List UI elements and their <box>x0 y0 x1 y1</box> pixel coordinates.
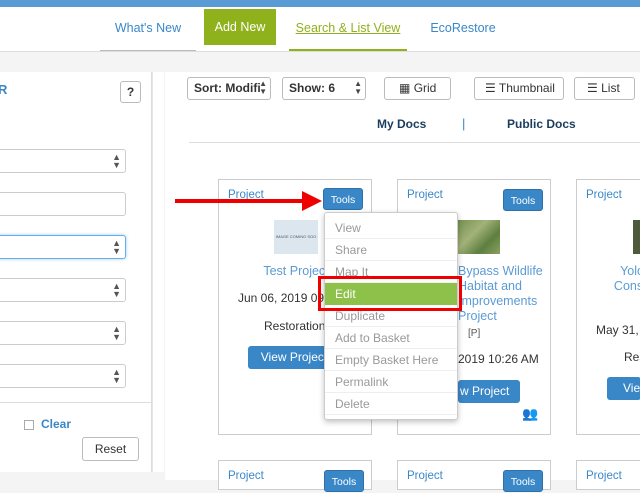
title-line: Yolo <box>620 264 640 278</box>
project-card-5: Project Tools <box>397 460 551 492</box>
select-arrows-icon: ▲ ▼ <box>354 79 362 96</box>
sidebar-scrollbar[interactable] <box>152 72 164 472</box>
view-project-button[interactable]: w Project <box>458 380 520 403</box>
tools-button[interactable]: Tools <box>503 470 543 492</box>
tools-button[interactable]: Tools <box>324 470 364 492</box>
project-category: Restoration <box>264 319 326 333</box>
project-title-link[interactable]: Yolo Conse <box>607 264 640 294</box>
list-icon: ☰ <box>587 81 598 95</box>
grid-icon: ▦ <box>399 81 411 95</box>
tools-dropdown-menu: View Share Map It Edit Duplicate Add to … <box>324 212 458 420</box>
project-date: 2019 10:26 AM <box>458 352 539 366</box>
project-title-link[interactable]: Bypass Wildlife Habitat and Improvements… <box>458 264 548 324</box>
project-thumbnail[interactable] <box>633 220 640 254</box>
select-arrows-icon: ▲ ▼ <box>112 324 121 342</box>
annotation-arrow-icon <box>302 191 322 211</box>
filter-select-5[interactable]: ▲ ▼ <box>0 364 126 388</box>
menu-item-add-to-basket[interactable]: Add to Basket <box>325 327 457 349</box>
tab-search-list-view[interactable]: Search & List View <box>289 17 407 51</box>
thumbnail-view-button[interactable]: ☰ Thumbnail <box>474 77 564 100</box>
clear-checkbox[interactable] <box>24 420 34 430</box>
view-project-button[interactable]: Vie <box>607 377 640 400</box>
tab-add-new[interactable]: Add New <box>204 9 276 45</box>
docs-separator: | <box>462 116 466 131</box>
title-line: Project <box>458 309 497 323</box>
select-arrows-icon: ▲ ▼ <box>112 238 121 256</box>
title-line: Habitat and <box>458 279 522 293</box>
select-arrows-icon: ▲ ▼ <box>112 281 121 299</box>
menu-item-view[interactable]: View <box>325 217 457 239</box>
filter-text-input[interactable] <box>0 192 126 216</box>
card-type-label: Project <box>586 470 622 482</box>
grid-label: Grid <box>413 81 437 95</box>
top-accent-bar <box>0 0 640 7</box>
sort-select[interactable]: Sort: Modifi ▲ ▼ <box>187 77 271 100</box>
select-arrows-icon: ▲ ▼ <box>259 79 267 96</box>
list-view-button[interactable]: ☰ List <box>574 77 635 100</box>
project-card-6: Project <box>576 460 640 490</box>
project-tag: [P] <box>468 328 481 339</box>
list-lines-icon: ☰ <box>485 81 496 95</box>
menu-item-permalink[interactable]: Permalink <box>325 371 457 393</box>
select-arrows-icon: ▲ ▼ <box>112 367 121 385</box>
title-line: Improvements <box>458 294 538 308</box>
show-select[interactable]: Show: 6 ▲ ▼ <box>282 77 366 100</box>
project-date: May 31, 2 <box>596 323 640 337</box>
card-type-label: Project <box>586 189 622 201</box>
annotation-arrow-shaft <box>175 199 303 203</box>
sort-label: Sort: Modifi <box>194 81 261 95</box>
filter-select-2[interactable]: ▲ ▼ <box>0 235 126 259</box>
project-thumbnail[interactable] <box>456 220 500 254</box>
sidebar-divider <box>0 402 152 403</box>
clear-link[interactable]: Clear <box>41 417 71 431</box>
tab-ecorestore[interactable]: EcoRestore <box>420 17 506 51</box>
list-label: List <box>601 81 620 95</box>
filter-select-1[interactable]: ▲ ▼ <box>0 149 126 173</box>
card-type-label: Project <box>228 470 264 482</box>
select-arrows-icon: ▲ ▼ <box>112 152 121 170</box>
project-card-3: Project Yolo Conse May 31, 2 Res Vie <box>576 179 640 435</box>
project-category: Res <box>624 350 640 364</box>
tab-whats-new[interactable]: What's New <box>100 17 196 51</box>
filter-select-4[interactable]: ▲ ▼ <box>0 321 126 345</box>
title-line: Conse <box>613 279 640 293</box>
tools-button[interactable]: Tools <box>503 189 543 211</box>
menu-item-delete[interactable]: Delete <box>325 393 457 415</box>
top-navigation: What's New Add New Search & List View Ec… <box>0 7 640 52</box>
card-type-label: Project <box>407 470 443 482</box>
grid-view-button[interactable]: ▦ Grid <box>384 77 451 100</box>
menu-item-empty-basket-here[interactable]: Empty Basket Here <box>325 349 457 371</box>
card-type-label: Project <box>407 189 443 201</box>
sidebar-title: R <box>0 82 8 97</box>
project-card-4: Project Tools <box>218 460 372 492</box>
filter-sidebar: R ? ▲ ▼ ▲ ▼ ▲ ▼ ▲ ▼ ▲ ▼ Clear Reset <box>0 72 152 472</box>
my-docs-tab[interactable]: My Docs <box>377 117 426 131</box>
reset-button[interactable]: Reset <box>82 437 139 461</box>
show-label: Show: 6 <box>289 81 336 95</box>
edit-highlight-box <box>318 276 462 311</box>
thumbnail-label: Thumbnail <box>498 81 555 95</box>
results-divider <box>189 142 640 143</box>
tools-button[interactable]: Tools <box>323 188 363 210</box>
title-line: Bypass Wildlife <box>458 264 543 278</box>
help-button[interactable]: ? <box>120 81 141 103</box>
public-docs-tab[interactable]: Public Docs <box>507 117 576 131</box>
filter-select-3[interactable]: ▲ ▼ <box>0 278 126 302</box>
project-thumbnail[interactable]: IMAGE COMING SOO <box>274 220 318 254</box>
menu-item-share[interactable]: Share <box>325 239 457 261</box>
group-icon: 👥 <box>522 406 539 421</box>
